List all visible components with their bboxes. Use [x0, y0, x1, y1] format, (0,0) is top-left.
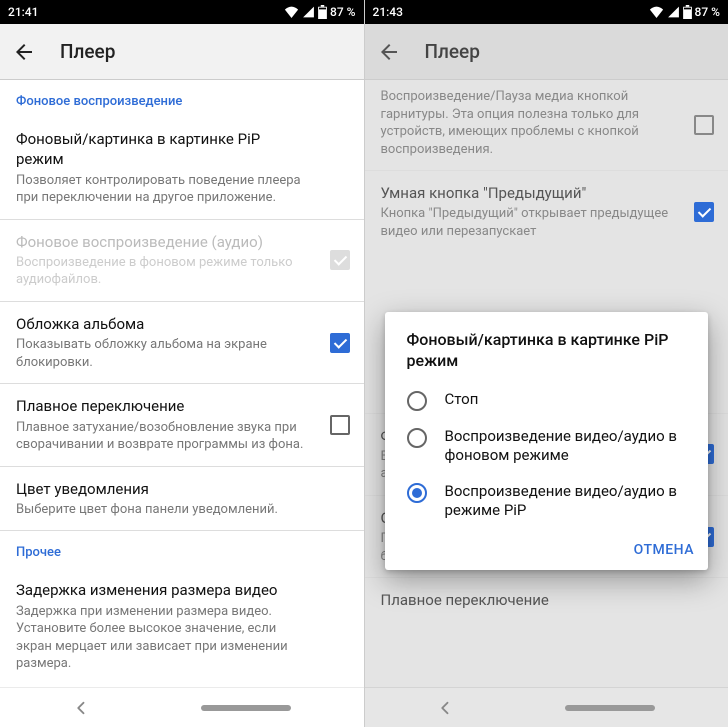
app-bar: Плеер: [0, 24, 364, 80]
status-bar: 21:41 87 %: [0, 0, 364, 24]
checkbox: [694, 115, 714, 135]
back-icon[interactable]: [12, 40, 36, 64]
setting-pip-mode[interactable]: Фоновый/картинка в картинке PiP режим По…: [0, 117, 364, 219]
setting-subtitle: Задержка при изменении размера видео. Ус…: [16, 603, 312, 673]
setting-album-art[interactable]: Обложка альбома Показывать обложку альбо…: [0, 302, 364, 383]
setting-subtitle: Воспроизведение/Пауза медиа кнопкой гарн…: [381, 88, 677, 158]
setting-smart-previous: Умная кнопка "Предыдущий" Кнопка "Предыд…: [365, 171, 728, 252]
wifi-icon: [649, 6, 664, 18]
status-icons: 87 %: [649, 5, 720, 19]
checkbox: [694, 202, 714, 222]
setting-title: Умная кнопка "Предыдущий": [381, 183, 677, 203]
settings-list[interactable]: Фоновое воспроизведение Фоновый/картинка…: [0, 80, 364, 687]
setting-background-audio: Фоновое воспроизведение (аудио) Воспроиз…: [0, 220, 364, 301]
setting-smooth-switch-partial: Плавное переключение: [365, 578, 728, 612]
setting-subtitle: Выберите цвет фона панели уведомлений.: [16, 501, 312, 519]
nav-home-pill[interactable]: [565, 705, 655, 711]
nav-back-icon[interactable]: [437, 699, 455, 717]
nav-home-pill[interactable]: [201, 705, 291, 711]
setting-subtitle: Воспроизведение в фоновом режиме только …: [381, 448, 677, 483]
setting-title: Фоновое воспроизведение (аудио): [381, 426, 677, 446]
section-background-playback: Фоновое воспроизведение: [0, 80, 364, 117]
checkbox: [694, 444, 714, 464]
checkbox[interactable]: [330, 415, 350, 435]
battery-icon: [683, 5, 692, 19]
section-other: Прочее: [0, 531, 364, 568]
setting-subtitle: Плавное затухание/возобновление звука пр…: [16, 419, 312, 454]
page-title: Плеер: [425, 40, 480, 63]
checkbox: [330, 250, 350, 270]
setting-subtitle: Воспроизведение в фоновом режиме только …: [16, 254, 312, 289]
wifi-icon: [284, 6, 299, 18]
setting-title: Обложка альбома: [381, 508, 677, 528]
setting-subtitle: Позволяет контролировать поведение плеер…: [16, 172, 312, 207]
status-time: 21:43: [373, 5, 649, 19]
page-title: Плеер: [60, 40, 115, 63]
setting-title: Фоновое воспроизведение (аудио): [16, 232, 312, 252]
setting-title: Фоновый/картинка в картинке PiP режим: [16, 129, 312, 170]
nav-back-icon[interactable]: [73, 699, 91, 717]
battery-percent: 87 %: [330, 5, 355, 19]
status-icons: 87 %: [284, 5, 355, 19]
status-time: 21:41: [8, 5, 284, 19]
right-screen: 21:43 87 % Плеер Воспроизведение/Пауза м…: [364, 0, 728, 727]
setting-title: Обложка альбома: [16, 314, 312, 334]
setting-subtitle: Кнопка "Предыдущий" открывает предыдущее…: [381, 205, 677, 240]
signal-icon: [667, 6, 680, 18]
setting-video-resize-delay[interactable]: Задержка изменения размера видео Задержк…: [0, 568, 364, 684]
settings-list-dimmed: Воспроизведение/Пауза медиа кнопкой гарн…: [365, 80, 728, 687]
setting-title: Плавное переключение: [381, 590, 677, 610]
battery-icon: [318, 5, 327, 19]
checkbox: [694, 527, 714, 547]
setting-title: Цвет уведомления: [16, 479, 312, 499]
setting-album-art: Обложка альбома Показывать обложку альбо…: [365, 496, 728, 577]
setting-subtitle: Показывать обложку альбома на экране бло…: [16, 336, 312, 371]
nav-bar: [365, 687, 728, 727]
setting-smooth-switch[interactable]: Плавное переключение Плавное затухание/в…: [0, 384, 364, 465]
setting-background-audio: Фоновое воспроизведение (аудио) Воспроиз…: [365, 414, 728, 495]
setting-notification-color[interactable]: Цвет уведомления Выберите цвет фона пане…: [0, 467, 364, 531]
app-bar: Плеер: [365, 24, 728, 80]
setting-subtitle: Показывать обложку альбома на экране бло…: [381, 530, 677, 565]
left-screen: 21:41 87 % Плеер Фоновое воспроизведение…: [0, 0, 364, 727]
nav-bar: [0, 687, 364, 727]
setting-title: Плавное переключение: [16, 396, 312, 416]
setting-title: Задержка изменения размера видео: [16, 580, 312, 600]
status-bar: 21:43 87 %: [365, 0, 728, 24]
battery-percent: 87 %: [695, 5, 720, 19]
back-icon[interactable]: [377, 40, 401, 64]
signal-icon: [302, 6, 315, 18]
setting-headset-partial: Воспроизведение/Пауза медиа кнопкой гарн…: [365, 80, 728, 170]
checkbox[interactable]: [330, 333, 350, 353]
